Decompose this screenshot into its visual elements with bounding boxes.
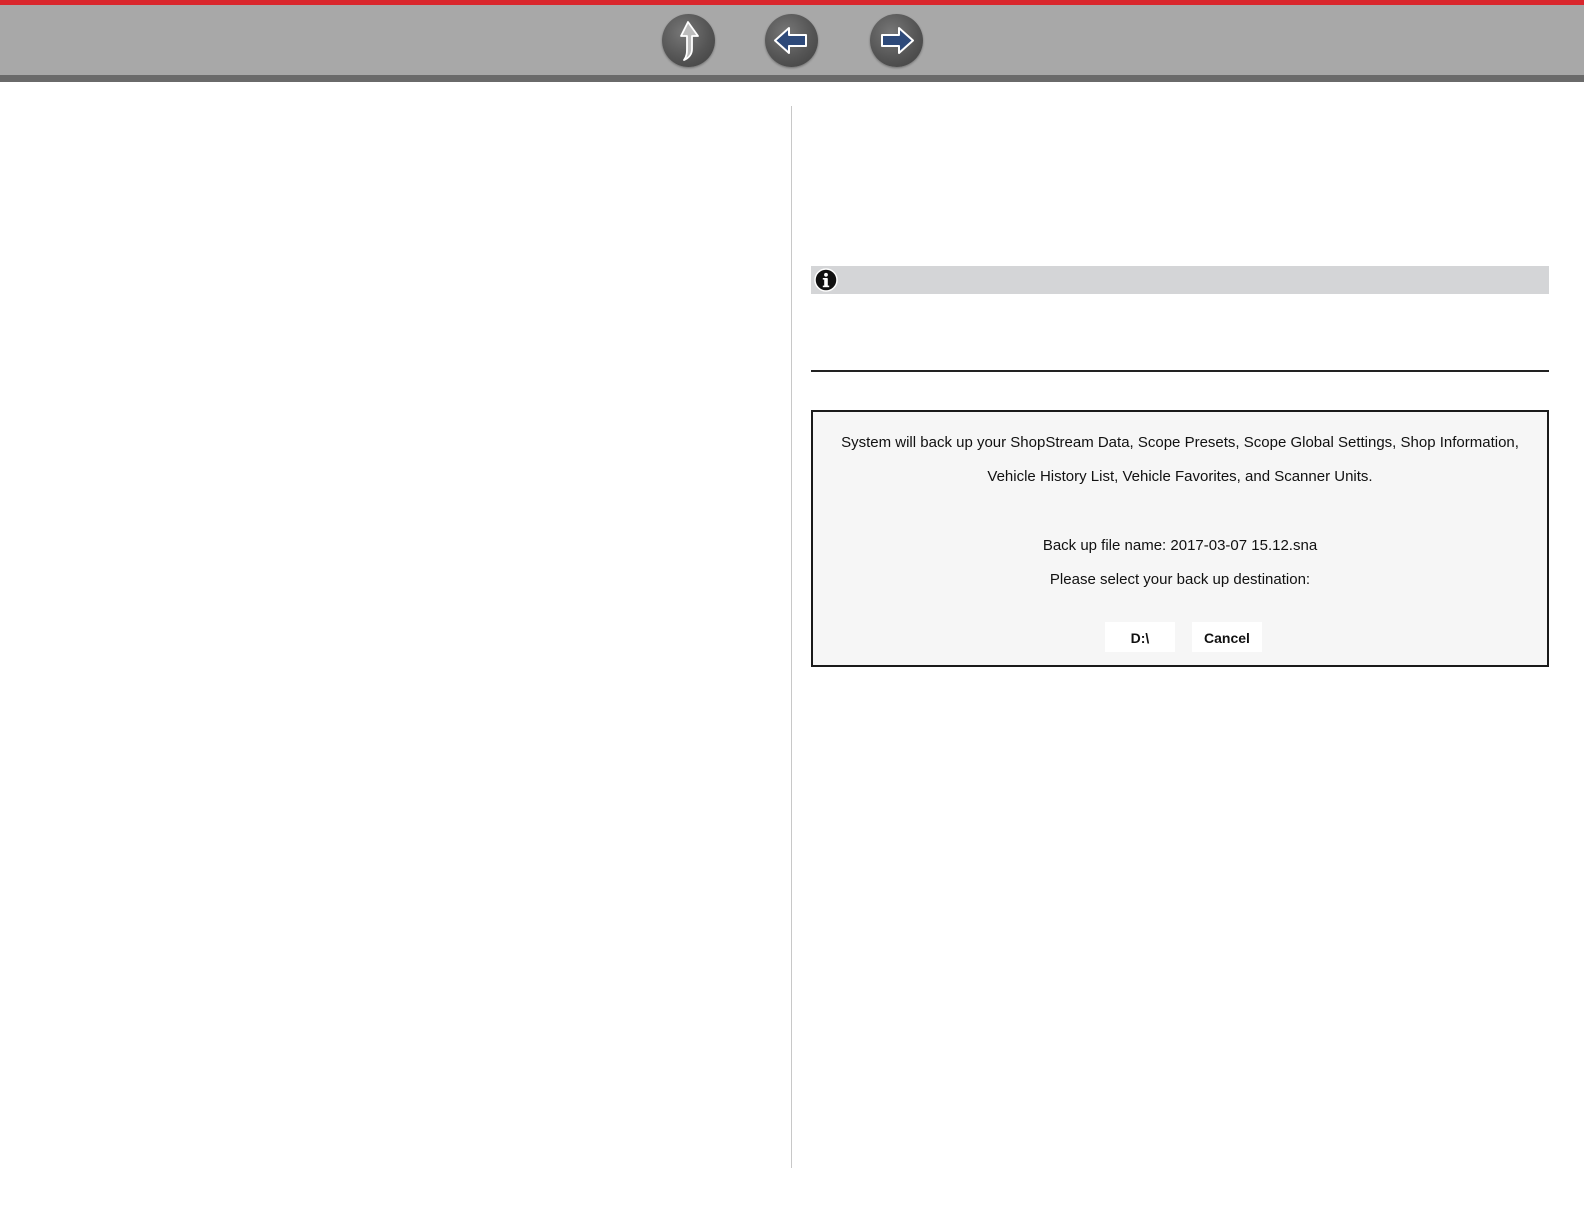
column-divider xyxy=(791,106,792,1168)
arrow-right-icon xyxy=(881,27,914,54)
up-icon xyxy=(680,21,699,61)
forward-button[interactable] xyxy=(870,14,923,67)
backup-message-line-1: System will back up your ShopStream Data… xyxy=(841,434,1519,451)
backup-destination-prompt: Please select your back up destination: xyxy=(1049,571,1311,588)
drive-d-button[interactable]: D:\ xyxy=(1105,622,1175,652)
cancel-button[interactable]: Cancel xyxy=(1192,622,1262,652)
up-button[interactable] xyxy=(662,14,715,67)
info-icon xyxy=(814,268,838,292)
backup-message-line-2: Vehicle History List, Vehicle Favorites,… xyxy=(987,468,1373,485)
back-button[interactable] xyxy=(765,14,818,67)
page: System will back up your ShopStream Data… xyxy=(0,0,1584,1224)
note-bar xyxy=(811,266,1549,294)
backup-dialog: System will back up your ShopStream Data… xyxy=(811,410,1549,667)
top-accent-stripe xyxy=(0,0,1584,5)
backup-file-name: Back up file name: 2017-03-07 15.12.sna xyxy=(1042,537,1318,554)
toolbar-bottom-stripe xyxy=(0,75,1584,82)
arrow-left-icon xyxy=(774,27,807,54)
horizontal-rule xyxy=(811,370,1549,372)
top-navigation-bar xyxy=(0,0,1584,82)
